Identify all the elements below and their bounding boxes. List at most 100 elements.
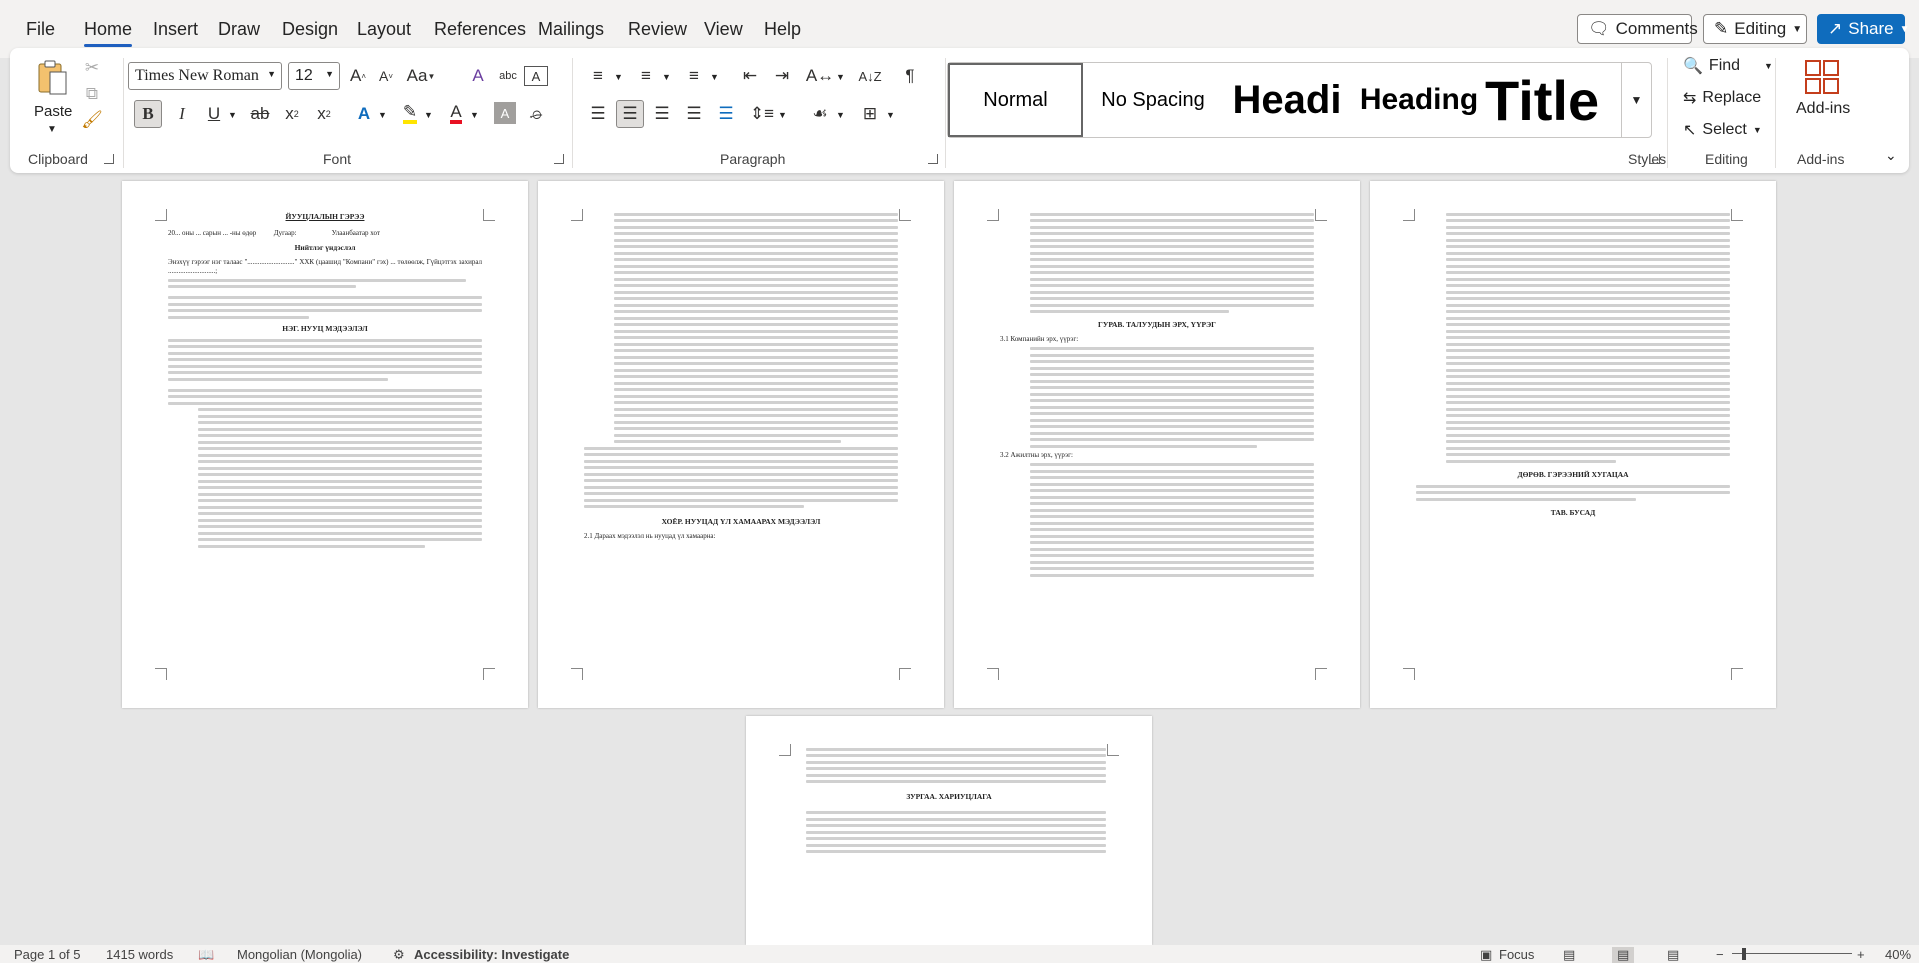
- chevron-down-icon[interactable]: ▼: [378, 110, 387, 120]
- editing-mode-button[interactable]: ✎ Editing ▼: [1703, 14, 1807, 44]
- chevron-down-icon[interactable]: ▼: [662, 72, 671, 82]
- menu-design[interactable]: Design: [282, 19, 338, 40]
- shading-icon[interactable]: A: [494, 102, 516, 124]
- word-count[interactable]: 1415 words: [106, 947, 173, 962]
- language-indicator[interactable]: Mongolian (Mongolia): [237, 947, 362, 962]
- cut-icon[interactable]: ✂: [80, 56, 104, 80]
- page-count[interactable]: Page 1 of 5: [14, 947, 81, 962]
- menu-review[interactable]: Review: [628, 19, 687, 40]
- focus-icon[interactable]: ▣: [1480, 947, 1492, 963]
- paragraph-launcher-icon[interactable]: [928, 154, 938, 164]
- proofing-icon[interactable]: 📖: [198, 947, 214, 963]
- enclose-characters-icon[interactable]: ⌮: [522, 100, 550, 128]
- zoom-slider-thumb[interactable]: [1742, 948, 1746, 960]
- collapse-ribbon-icon[interactable]: ⌄: [1885, 147, 1897, 164]
- shrink-font-icon[interactable]: A ˅: [374, 62, 398, 90]
- superscript-icon[interactable]: x2: [310, 100, 338, 128]
- accessibility-icon[interactable]: ⚙: [393, 947, 405, 963]
- replace-button[interactable]: ⇆ Replace: [1683, 88, 1761, 108]
- format-painter-icon[interactable]: 🖌: [80, 108, 104, 132]
- numbering-icon[interactable]: ≡: [632, 62, 660, 90]
- text-effects-icon[interactable]: A: [350, 100, 378, 128]
- menu-home[interactable]: Home: [84, 19, 132, 40]
- subscript-icon[interactable]: x2: [278, 100, 306, 128]
- justify-icon[interactable]: ☰: [680, 100, 708, 128]
- add-ins-icon[interactable]: [1803, 58, 1841, 96]
- phonetic-guide-icon[interactable]: abc: [496, 62, 520, 90]
- multilevel-list-icon[interactable]: ≡: [680, 62, 708, 90]
- share-button[interactable]: ↗ Share ▼: [1817, 14, 1910, 44]
- zoom-slider[interactable]: [1732, 953, 1852, 954]
- paragraph-shading-icon[interactable]: ☙: [806, 100, 834, 128]
- borders-icon[interactable]: ⊞: [856, 100, 884, 128]
- chevron-down-icon[interactable]: ▼: [778, 110, 787, 120]
- style-heading-1[interactable]: Headi: [1221, 63, 1353, 137]
- zoom-level[interactable]: 40%: [1885, 947, 1911, 962]
- clear-formatting-icon[interactable]: A: [466, 62, 490, 90]
- menu-file[interactable]: File: [26, 19, 55, 40]
- menu-view[interactable]: View: [704, 19, 743, 40]
- zoom-in-icon[interactable]: +: [1857, 947, 1865, 962]
- copy-icon[interactable]: ⧉: [80, 82, 104, 106]
- chevron-down-icon[interactable]: ▼: [710, 72, 719, 82]
- print-layout-icon[interactable]: ▤: [1612, 947, 1635, 963]
- chevron-down-icon[interactable]: ▼: [424, 110, 433, 120]
- chevron-down-icon[interactable]: ▼: [614, 72, 623, 82]
- chevron-down-icon[interactable]: ▼: [228, 110, 237, 120]
- menu-layout[interactable]: Layout: [357, 19, 411, 40]
- menu-help[interactable]: Help: [764, 19, 801, 40]
- style-no-spacing[interactable]: No Spacing: [1085, 63, 1221, 137]
- accessibility-status[interactable]: Accessibility: Investigate: [414, 947, 569, 962]
- document-page-5[interactable]: ЗУРГАА. ХАРИУЦЛАГА: [746, 716, 1152, 945]
- chevron-down-icon[interactable]: ▼: [836, 110, 845, 120]
- paste-icon[interactable]: [32, 56, 72, 100]
- align-center-icon[interactable]: ☰: [616, 100, 644, 128]
- bullets-icon[interactable]: ≡: [584, 62, 612, 90]
- clipboard-launcher-icon[interactable]: [104, 154, 114, 164]
- select-button[interactable]: ↖ Select ▼: [1683, 120, 1762, 140]
- menu-draw[interactable]: Draw: [218, 19, 260, 40]
- chevron-down-icon[interactable]: ▼: [886, 110, 895, 120]
- line-spacing-icon[interactable]: ⇕≡: [748, 100, 776, 128]
- font-launcher-icon[interactable]: [554, 154, 564, 164]
- focus-label[interactable]: Focus: [1499, 947, 1534, 962]
- show-formatting-marks-icon[interactable]: ¶: [896, 62, 924, 90]
- add-ins-button-label[interactable]: Add-ins: [1796, 100, 1850, 118]
- read-mode-icon[interactable]: ▤: [1563, 947, 1575, 963]
- font-size-dropdown[interactable]: 12 ▼: [288, 62, 340, 90]
- document-page-4[interactable]: ДӨРӨВ. ГЭРЭЭНИЙ ХУГАЦАА ТАВ. БУСАД: [1370, 181, 1776, 708]
- distributed-icon[interactable]: ☰: [712, 100, 740, 128]
- decrease-indent-icon[interactable]: ⇤: [736, 62, 764, 90]
- document-page-1[interactable]: ЙУУЦЛАЛЫН ГЭРЭЭ 20... оны ... сарын ... …: [122, 181, 528, 708]
- style-title[interactable]: Title: [1485, 63, 1621, 137]
- font-color-icon[interactable]: A: [442, 100, 470, 128]
- underline-icon[interactable]: U: [200, 100, 228, 128]
- menu-references[interactable]: References: [434, 19, 526, 40]
- document-page-2[interactable]: ХОЁР. НУУЦАД ҮЛ ХАМААРАХ МЭДЭЭЛЭЛ 2.1 Да…: [538, 181, 944, 708]
- style-heading-2[interactable]: Heading: [1353, 63, 1485, 137]
- comments-button[interactable]: 🗨 Comments: [1577, 14, 1698, 44]
- highlight-icon[interactable]: ✎: [396, 100, 424, 128]
- asian-layout-icon[interactable]: A↔: [806, 62, 834, 90]
- web-layout-icon[interactable]: ▤: [1667, 947, 1679, 963]
- zoom-out-icon[interactable]: −: [1716, 947, 1724, 962]
- strikethrough-icon[interactable]: ab: [246, 100, 274, 128]
- increase-indent-icon[interactable]: ⇥: [768, 62, 796, 90]
- menu-insert[interactable]: Insert: [153, 19, 198, 40]
- document-page-3[interactable]: ГУРАВ. ТАЛУУДЫН ЭРХ, ҮҮРЭГ 3.1 Компанийн…: [954, 181, 1360, 708]
- character-border-icon[interactable]: A: [524, 66, 548, 86]
- sort-icon[interactable]: A↓Z: [856, 62, 884, 90]
- styles-launcher-icon[interactable]: [1650, 154, 1660, 164]
- font-name-dropdown[interactable]: Times New Roman ▼: [128, 62, 282, 90]
- find-button[interactable]: 🔍 Find ▼: [1683, 56, 1773, 76]
- grow-font-icon[interactable]: A ˄: [346, 62, 370, 90]
- italic-icon[interactable]: I: [168, 100, 196, 128]
- chevron-down-icon[interactable]: ▼: [836, 72, 845, 82]
- change-case-icon[interactable]: Aa ▼: [404, 62, 438, 90]
- align-right-icon[interactable]: ☰: [648, 100, 676, 128]
- style-normal[interactable]: Normal: [948, 63, 1083, 137]
- paste-label[interactable]: Paste: [34, 103, 72, 120]
- menu-mailings[interactable]: Mailings: [538, 19, 604, 40]
- bold-icon[interactable]: B: [134, 100, 162, 128]
- chevron-down-icon[interactable]: ▼: [470, 110, 479, 120]
